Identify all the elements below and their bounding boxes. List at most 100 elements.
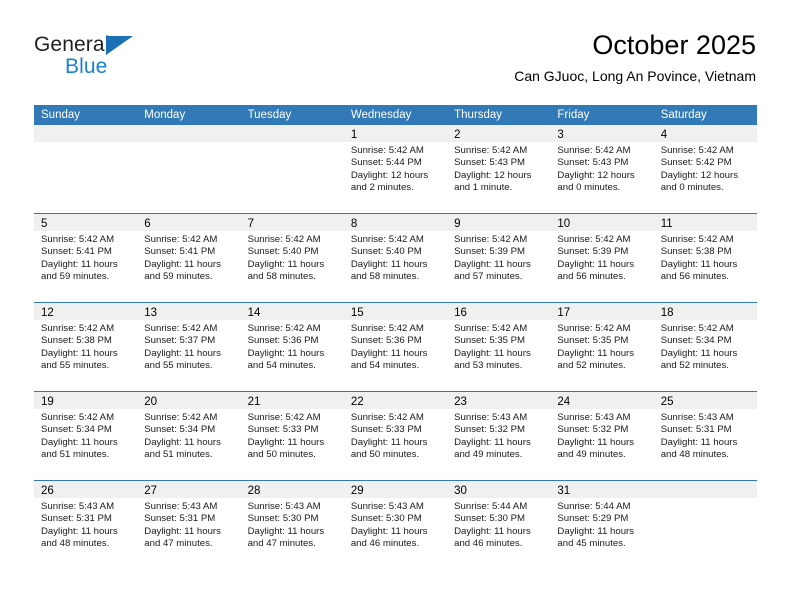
day-detail-line: Daylight: 11 hours xyxy=(350,258,428,270)
day-detail-line: Sunrise: 5:42 AM xyxy=(350,412,424,423)
day-detail-line: and 48 minutes. xyxy=(660,449,729,461)
day-number-band: 21 xyxy=(240,392,344,409)
day-detail-line: Sunset: 5:33 PM xyxy=(247,424,319,436)
day-cell-2[interactable]: 2 Sunrise: 5:42 AM Sunset: 5:43 PM Daylight… xyxy=(447,125,551,213)
day-cell-14[interactable]: 14 Sunrise: 5:42 AM Sunset: 5:36 PM Dayligh… xyxy=(240,303,344,391)
day-cell-15[interactable]: 15 Sunrise: 5:42 AM Sunset: 5:36 PM Dayligh… xyxy=(343,303,448,391)
day-cell-3[interactable]: 3 Sunrise: 5:42 AM Sunset: 5:43 PM Daylight… xyxy=(550,125,654,213)
day-detail-line: and 2 minutes. xyxy=(350,182,414,194)
day-detail-line: Sunrise: 5:43 AM xyxy=(350,501,424,512)
week-cells: 1 Sunrise: 5:42 AM Sunset: 5:44 PM Daylight… xyxy=(34,125,757,213)
week-cells: 5 Sunrise: 5:42 AM Sunset: 5:41 PM Daylight… xyxy=(34,214,757,302)
day-cell-27[interactable]: 27 Sunrise: 5:43 AM Sunset: 5:31 PM Dayligh… xyxy=(137,481,241,569)
day-number-band: 2 xyxy=(447,125,551,142)
weekday-header-wednesday: Wednesday xyxy=(350,109,412,121)
day-detail-line: Daylight: 11 hours xyxy=(41,525,118,537)
logo-text-general: General xyxy=(34,33,110,56)
weekday-header-tuesday: Tuesday xyxy=(247,109,292,121)
day-number: 25 xyxy=(660,396,674,408)
day-cell-13[interactable]: 13 Sunrise: 5:42 AM Sunset: 5:37 PM Dayligh… xyxy=(137,303,241,391)
day-detail-line: Sunset: 5:36 PM xyxy=(350,335,422,347)
day-cell-4[interactable]: 4 Sunrise: 5:42 AM Sunset: 5:42 PM Daylight… xyxy=(653,125,757,213)
day-cell-19[interactable]: 19 Sunrise: 5:42 AM Sunset: 5:34 PM Dayligh… xyxy=(34,392,138,480)
day-detail-line: Sunset: 5:37 PM xyxy=(144,335,216,347)
day-cell-26[interactable]: 26 Sunrise: 5:43 AM Sunset: 5:31 PM Dayligh… xyxy=(34,481,138,569)
day-cell-23[interactable]: 23 Sunrise: 5:43 AM Sunset: 5:32 PM Dayligh… xyxy=(447,392,551,480)
day-number: 10 xyxy=(557,218,571,230)
day-detail-line: Sunrise: 5:42 AM xyxy=(247,234,321,245)
day-number-band: 20 xyxy=(137,392,241,409)
day-cell-20[interactable]: 20 Sunrise: 5:42 AM Sunset: 5:34 PM Dayligh… xyxy=(137,392,241,480)
day-cell-18[interactable]: 18 Sunrise: 5:42 AM Sunset: 5:34 PM Dayligh… xyxy=(653,303,757,391)
day-detail-line: Sunrise: 5:42 AM xyxy=(557,234,631,245)
day-details: Sunrise: 5:43 AM Sunset: 5:30 PM Daylight:… xyxy=(344,498,447,551)
day-details: Sunrise: 5:42 AM Sunset: 5:33 PM Daylight:… xyxy=(241,409,344,462)
day-cell-8[interactable]: 8 Sunrise: 5:42 AM Sunset: 5:40 PM Daylight… xyxy=(343,214,448,302)
day-detail-line: and 52 minutes. xyxy=(557,360,626,372)
day-detail-line: Daylight: 11 hours xyxy=(350,525,428,537)
calendar-week-row: 12 Sunrise: 5:42 AM Sunset: 5:38 PM Dayligh… xyxy=(34,302,757,391)
day-detail-line: Daylight: 11 hours xyxy=(144,258,221,270)
day-details: Sunrise: 5:42 AM Sunset: 5:36 PM Daylight:… xyxy=(344,320,447,373)
day-cell-6[interactable]: 6 Sunrise: 5:42 AM Sunset: 5:41 PM Daylight… xyxy=(137,214,241,302)
day-cell-empty xyxy=(137,125,241,213)
day-cell-17[interactable]: 17 Sunrise: 5:42 AM Sunset: 5:35 PM Dayligh… xyxy=(550,303,654,391)
week-cells: 19 Sunrise: 5:42 AM Sunset: 5:34 PM Dayligh… xyxy=(34,392,757,480)
day-cell-10[interactable]: 10 Sunrise: 5:42 AM Sunset: 5:39 PM Dayligh… xyxy=(550,214,654,302)
day-number-band xyxy=(240,125,344,142)
day-number: 7 xyxy=(247,218,254,230)
day-detail-line: Sunset: 5:34 PM xyxy=(660,335,732,347)
day-cell-28[interactable]: 28 Sunrise: 5:43 AM Sunset: 5:30 PM Dayligh… xyxy=(240,481,344,569)
day-details: Sunrise: 5:42 AM Sunset: 5:40 PM Daylight:… xyxy=(241,231,344,284)
day-detail-line: and 47 minutes. xyxy=(144,538,213,550)
day-detail-line: Sunset: 5:35 PM xyxy=(454,335,526,347)
day-cell-22[interactable]: 22 Sunrise: 5:42 AM Sunset: 5:33 PM Dayligh… xyxy=(343,392,448,480)
day-number-band: 1 xyxy=(343,125,448,142)
day-number: 18 xyxy=(660,307,674,319)
day-number: 11 xyxy=(660,218,673,230)
day-cell-30[interactable]: 30 Sunrise: 5:44 AM Sunset: 5:30 PM Dayligh… xyxy=(447,481,551,569)
day-detail-line: Daylight: 11 hours xyxy=(247,525,325,537)
day-detail-line: and 49 minutes. xyxy=(557,449,626,461)
page-title: October 2025 xyxy=(592,30,756,60)
day-number-band: 3 xyxy=(550,125,654,142)
day-cell-11[interactable]: 11 Sunrise: 5:42 AM Sunset: 5:38 PM Dayligh… xyxy=(653,214,757,302)
day-detail-line: Sunset: 5:31 PM xyxy=(660,424,732,436)
day-detail-line: Sunrise: 5:42 AM xyxy=(144,412,218,423)
day-number-band: 11 xyxy=(653,214,757,231)
day-cell-21[interactable]: 21 Sunrise: 5:42 AM Sunset: 5:33 PM Dayligh… xyxy=(240,392,344,480)
day-number-band: 15 xyxy=(343,303,448,320)
day-cell-24[interactable]: 24 Sunrise: 5:43 AM Sunset: 5:32 PM Dayligh… xyxy=(550,392,654,480)
day-number: 12 xyxy=(41,307,54,319)
day-number-band: 23 xyxy=(447,392,551,409)
day-cell-25[interactable]: 25 Sunrise: 5:43 AM Sunset: 5:31 PM Dayligh… xyxy=(653,392,757,480)
weekday-header-sunday: Sunday xyxy=(41,109,81,121)
day-detail-line: Sunset: 5:33 PM xyxy=(350,424,422,436)
day-detail-line: Daylight: 11 hours xyxy=(660,347,738,359)
day-details: Sunrise: 5:44 AM Sunset: 5:29 PM Daylight:… xyxy=(550,498,653,551)
day-number: 1 xyxy=(350,129,358,141)
day-cell-12[interactable]: 12 Sunrise: 5:42 AM Sunset: 5:38 PM Dayligh… xyxy=(34,303,138,391)
day-number: 14 xyxy=(247,307,261,319)
day-number-band: 4 xyxy=(653,125,757,142)
day-detail-line: and 55 minutes. xyxy=(41,360,110,372)
day-details: Sunrise: 5:44 AM Sunset: 5:30 PM Daylight:… xyxy=(447,498,550,551)
day-detail-line: Sunrise: 5:42 AM xyxy=(454,145,528,156)
day-cell-16[interactable]: 16 Sunrise: 5:42 AM Sunset: 5:35 PM Dayligh… xyxy=(447,303,551,391)
day-cell-29[interactable]: 29 Sunrise: 5:43 AM Sunset: 5:30 PM Dayligh… xyxy=(343,481,448,569)
day-number-band: 30 xyxy=(447,481,551,498)
day-detail-line: Daylight: 11 hours xyxy=(41,258,118,270)
general-blue-logo[interactable]: General Blue xyxy=(34,34,164,82)
day-cell-9[interactable]: 9 Sunrise: 5:42 AM Sunset: 5:39 PM Daylight… xyxy=(447,214,551,302)
day-number-band: 19 xyxy=(34,392,138,409)
day-cell-1[interactable]: 1 Sunrise: 5:42 AM Sunset: 5:44 PM Daylight… xyxy=(343,125,448,213)
day-number-band: 7 xyxy=(240,214,344,231)
day-number: 3 xyxy=(557,129,564,141)
day-detail-line: and 0 minutes. xyxy=(660,182,724,194)
day-cell-5[interactable]: 5 Sunrise: 5:42 AM Sunset: 5:41 PM Daylight… xyxy=(34,214,138,302)
day-detail-line: Sunrise: 5:42 AM xyxy=(660,234,734,245)
day-number-band: 8 xyxy=(343,214,448,231)
day-cell-31[interactable]: 31 Sunrise: 5:44 AM Sunset: 5:29 PM Dayligh… xyxy=(550,481,654,569)
day-number-band: 10 xyxy=(550,214,654,231)
day-cell-7[interactable]: 7 Sunrise: 5:42 AM Sunset: 5:40 PM Daylight… xyxy=(240,214,344,302)
